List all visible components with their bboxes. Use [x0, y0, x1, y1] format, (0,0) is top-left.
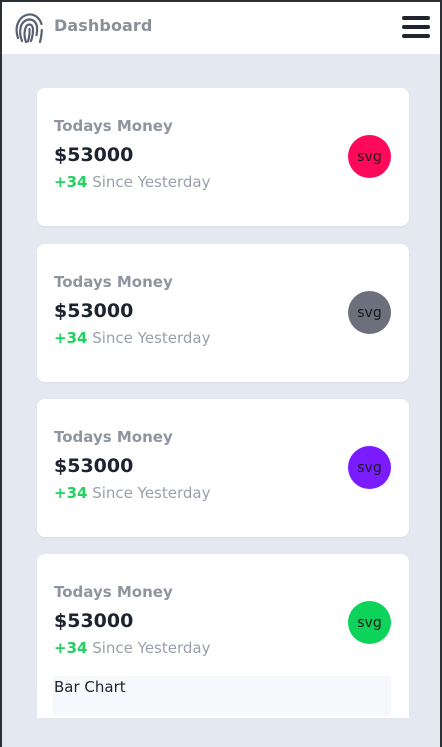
top-navbar: Dashboard — [2, 2, 440, 54]
stat-card-title: Todays Money — [54, 117, 173, 135]
stat-card-icon: svg — [348, 446, 391, 489]
bar-chart-title: Bar Chart — [54, 678, 126, 696]
stat-card-since: Since Yesterday — [87, 484, 211, 502]
stat-card-title: Todays Money — [54, 428, 173, 446]
stat-card-icon: svg — [348, 135, 391, 178]
stat-card: Todays Money $53000 +34 Since Yesterday … — [37, 88, 409, 226]
stat-card-value: $53000 — [54, 144, 134, 166]
stat-card-title: Todays Money — [54, 583, 173, 601]
stat-card-delta: +34 — [54, 173, 88, 191]
stat-card-since: Since Yesterday — [87, 173, 211, 191]
app-frame: Dashboard Todays Money $53000 +34 Since … — [0, 0, 442, 747]
stat-card-since: Since Yesterday — [87, 329, 211, 347]
hamburger-menu-button[interactable] — [402, 14, 432, 40]
menu-bar-middle — [402, 25, 430, 29]
stat-card-icon: svg — [348, 291, 391, 334]
stat-card-subtitle: +34 Since Yesterday — [54, 329, 210, 347]
bar-chart-container: Bar Chart — [53, 676, 391, 716]
stat-card: Todays Money $53000 +34 Since Yesterday … — [37, 399, 409, 537]
stat-card-subtitle: +34 Since Yesterday — [54, 173, 210, 191]
stat-card: Todays Money $53000 +34 Since Yesterday … — [37, 244, 409, 382]
stat-card-value: $53000 — [54, 455, 134, 477]
stat-card-subtitle: +34 Since Yesterday — [54, 639, 210, 657]
stat-card-icon: svg — [348, 601, 391, 644]
stat-card-value: $53000 — [54, 610, 134, 632]
fingerprint-icon[interactable] — [14, 12, 44, 44]
menu-bar-top — [402, 16, 430, 20]
stat-card-title: Todays Money — [54, 273, 173, 291]
bar-chart-card: Bar Chart — [37, 658, 409, 718]
stat-card-delta: +34 — [54, 639, 88, 657]
app-title: Dashboard — [54, 16, 153, 35]
stat-card-value: $53000 — [54, 300, 134, 322]
stat-card-delta: +34 — [54, 329, 88, 347]
stat-card-since: Since Yesterday — [87, 639, 211, 657]
menu-bar-bottom — [402, 34, 430, 38]
stat-card-subtitle: +34 Since Yesterday — [54, 484, 210, 502]
stat-card-delta: +34 — [54, 484, 88, 502]
